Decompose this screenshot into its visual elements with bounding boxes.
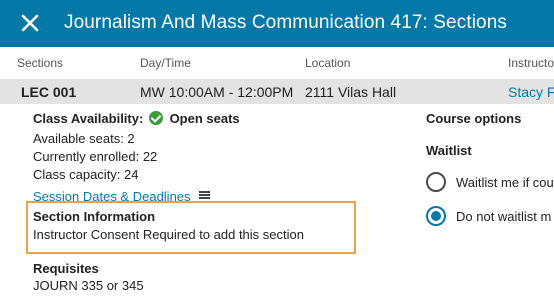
class-availability: Class Availability: Open seats: [33, 111, 240, 126]
currently-enrolled: Currently enrolled: 22: [33, 149, 158, 164]
top-bar: Journalism And Mass Communication 417: S…: [0, 0, 554, 47]
requisites-heading: Requisites: [33, 261, 99, 276]
column-header-sections: Sections: [17, 56, 64, 70]
waitlist-me-radio[interactable]: [426, 172, 446, 192]
check-circle-icon: [148, 111, 163, 125]
available-seats: Available seats: 2: [33, 131, 135, 146]
course-options-heading: Course options: [426, 111, 522, 126]
section-location: 2111 Vilas Hall: [305, 84, 397, 100]
section-day-time: MW 10:00AM - 12:00PM: [140, 84, 294, 100]
column-header-location: Location: [305, 56, 351, 70]
instructor-link[interactable]: Stacy Fo: [508, 84, 554, 100]
do-not-waitlist-label[interactable]: Do not waitlist m: [456, 209, 551, 224]
section-code: LEC 001: [21, 84, 77, 100]
section-information-heading: Section Information: [33, 209, 156, 224]
waitlist-heading: Waitlist: [426, 143, 472, 158]
column-headers: Sections Day/Time Location Instructor: [0, 47, 554, 79]
waitlist-me-label[interactable]: Waitlist me if cou: [456, 175, 554, 190]
availability-status: Open seats: [169, 111, 240, 126]
list-icon: [199, 190, 211, 200]
section-row[interactable]: LEC 001 MW 10:00AM - 12:00PM 2111 Vilas …: [0, 79, 554, 104]
page-title: Journalism And Mass Communication 417: S…: [64, 12, 507, 33]
close-icon: [21, 14, 39, 32]
close-button[interactable]: [17, 10, 43, 36]
section-information-text: Instructor Consent Required to add this …: [33, 227, 304, 242]
class-capacity: Class capacity: 24: [33, 167, 139, 182]
column-header-day-time: Day/Time: [140, 56, 191, 70]
requisites-text: JOURN 335 or 345: [33, 278, 144, 293]
availability-label: Class Availability:: [33, 111, 144, 126]
column-header-instructor: Instructor: [508, 56, 554, 70]
do-not-waitlist-radio[interactable]: [426, 206, 446, 226]
